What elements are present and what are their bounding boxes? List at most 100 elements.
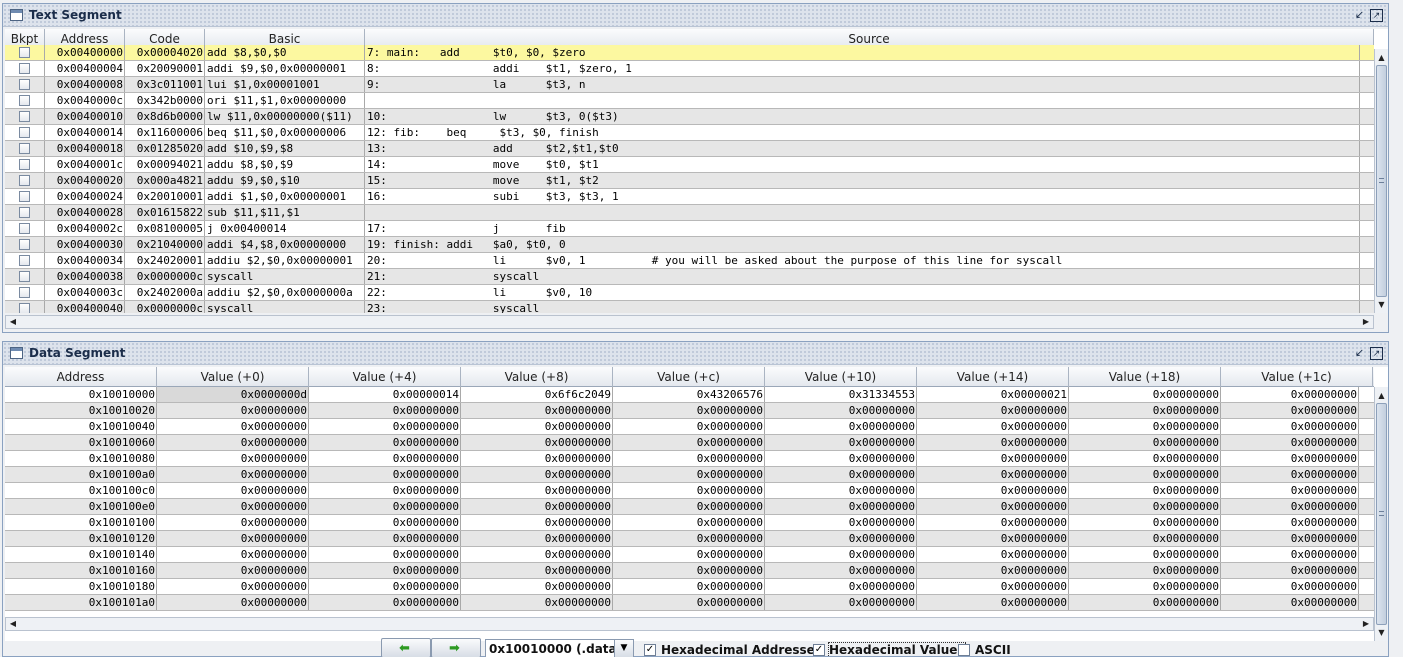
data-value-cell[interactable]: 0x00000000 — [1069, 467, 1221, 482]
text-segment-row[interactable]: 0x0040002c 0x08100005 j 0x00400014 17: j fi… — [5, 221, 1374, 237]
data-value-cell[interactable]: 0x00000000 — [157, 467, 309, 482]
data-column-header[interactable]: Value (+8) — [461, 367, 613, 387]
text-segment-row[interactable]: 0x00400008 0x3c011001 lui $1,0x00001001 9: … — [5, 77, 1374, 93]
data-value-cell[interactable]: 0x00000000 — [1069, 403, 1221, 418]
data-value-cell[interactable]: 0x00000000 — [1221, 403, 1359, 418]
scroll-up-icon[interactable]: ▲ — [1375, 51, 1388, 64]
data-value-cell[interactable]: 0x00000000 — [1069, 419, 1221, 434]
data-value-cell[interactable]: 0x00000000 — [1069, 563, 1221, 578]
data-segment-row[interactable]: 0x100100a0 0x00000000 0x00000000 0x00000000… — [5, 467, 1374, 483]
text-segment-row[interactable]: 0x00400000 0x00004020 add $8,$0,$0 7: main:… — [5, 45, 1374, 61]
text-segment-row[interactable]: 0x00400014 0x11600006 beq $11,$0,0x0000000… — [5, 125, 1374, 141]
data-value-cell[interactable]: 0x00000000 — [309, 403, 461, 418]
data-value-cell[interactable]: 0x00000000 — [613, 499, 765, 514]
data-value-cell[interactable]: 0x6f6c2049 — [461, 387, 613, 402]
data-value-cell[interactable]: 0x00000000 — [765, 531, 917, 546]
data-value-cell[interactable]: 0x00000000 — [765, 579, 917, 594]
data-value-cell[interactable]: 0x00000000 — [765, 435, 917, 450]
data-value-cell[interactable]: 0x00000000 — [1221, 531, 1359, 546]
next-segment-button[interactable]: ➡ — [431, 638, 481, 657]
data-value-cell[interactable]: 0x00000000 — [157, 451, 309, 466]
data-value-cell[interactable]: 0x00000000 — [917, 547, 1069, 562]
hex-addresses-label[interactable]: Hexadecimal Addresses — [661, 643, 822, 657]
data-segment-row[interactable]: 0x100101a0 0x00000000 0x00000000 0x00000000… — [5, 595, 1374, 611]
breakpoint-checkbox[interactable] — [19, 287, 30, 298]
data-value-cell[interactable]: 0x00000000 — [613, 595, 765, 610]
text-segment-row[interactable]: 0x00400004 0x20090001 addi $9,$0,0x0000000… — [5, 61, 1374, 77]
data-value-cell[interactable]: 0x00000000 — [917, 531, 1069, 546]
data-value-cell[interactable]: 0x00000000 — [157, 563, 309, 578]
data-value-cell[interactable]: 0x00000000 — [157, 435, 309, 450]
data-value-cell[interactable]: 0x00000000 — [917, 403, 1069, 418]
data-segment-row[interactable]: 0x10010140 0x00000000 0x00000000 0x00000000… — [5, 547, 1374, 563]
breakpoint-checkbox[interactable] — [19, 143, 30, 154]
data-value-cell[interactable]: 0x00000000 — [309, 563, 461, 578]
data-segment-titlebar[interactable]: Data Segment ↙ ↗ — [3, 342, 1388, 365]
data-value-cell[interactable]: 0x00000000 — [309, 499, 461, 514]
data-value-cell[interactable]: 0x00000000 — [917, 435, 1069, 450]
data-value-cell[interactable]: 0x00000000 — [613, 419, 765, 434]
data-value-cell[interactable]: 0x00000000 — [461, 515, 613, 530]
data-value-cell[interactable]: 0x00000000 — [157, 547, 309, 562]
text-horizontal-scrollbar[interactable]: ◀ ▶ — [5, 315, 1374, 329]
hex-values-label[interactable]: Hexadecimal Values — [828, 642, 966, 657]
data-value-cell[interactable]: 0x00000000 — [309, 419, 461, 434]
data-value-cell[interactable]: 0x00000000 — [157, 515, 309, 530]
minimize-icon[interactable]: ↙ — [1353, 347, 1366, 360]
data-value-cell[interactable]: 0x00000000 — [1221, 467, 1359, 482]
data-segment-row[interactable]: 0x10010060 0x00000000 0x00000000 0x00000000… — [5, 435, 1374, 451]
data-value-cell[interactable]: 0x00000000 — [461, 547, 613, 562]
data-value-cell[interactable]: 0x00000000 — [765, 483, 917, 498]
data-value-cell[interactable]: 0x00000000 — [613, 579, 765, 594]
data-value-cell[interactable]: 0x00000000 — [765, 403, 917, 418]
data-value-cell[interactable]: 0x00000000 — [613, 403, 765, 418]
data-value-cell[interactable]: 0x00000000 — [1221, 595, 1359, 610]
data-value-cell[interactable]: 0x00000000 — [613, 547, 765, 562]
text-vertical-scrollbar[interactable]: ▲ ▼ — [1374, 49, 1388, 313]
data-segment-row[interactable]: 0x10010020 0x00000000 0x00000000 0x00000000… — [5, 403, 1374, 419]
data-value-cell[interactable]: 0x00000000 — [1221, 483, 1359, 498]
text-segment-row[interactable]: 0x0040000c 0x342b0000 ori $11,$1,0x0000000… — [5, 93, 1374, 109]
ascii-label[interactable]: ASCII — [975, 643, 1011, 657]
data-value-cell[interactable]: 0x00000000 — [309, 595, 461, 610]
data-value-cell[interactable]: 0x00000000 — [309, 435, 461, 450]
text-segment-row[interactable]: 0x00400030 0x21040000 addi $4,$8,0x0000000… — [5, 237, 1374, 253]
breakpoint-checkbox[interactable] — [19, 175, 30, 186]
data-value-cell[interactable]: 0x00000000 — [765, 595, 917, 610]
data-value-cell[interactable]: 0x0000000d — [157, 387, 309, 402]
text-segment-row[interactable]: 0x00400024 0x20010001 addi $1,$0,0x0000000… — [5, 189, 1374, 205]
data-value-cell[interactable]: 0x00000000 — [1069, 435, 1221, 450]
data-value-cell[interactable]: 0x00000000 — [157, 403, 309, 418]
data-value-cell[interactable]: 0x00000000 — [309, 451, 461, 466]
data-value-cell[interactable]: 0x00000000 — [1221, 419, 1359, 434]
data-value-cell[interactable]: 0x00000000 — [613, 451, 765, 466]
data-value-cell[interactable]: 0x00000000 — [461, 451, 613, 466]
data-value-cell[interactable]: 0x00000000 — [613, 563, 765, 578]
data-value-cell[interactable]: 0x00000000 — [1069, 483, 1221, 498]
data-column-header[interactable]: Value (+18) — [1069, 367, 1221, 387]
breakpoint-checkbox[interactable] — [19, 239, 30, 250]
data-value-cell[interactable]: 0x00000000 — [1069, 387, 1221, 402]
text-segment-row[interactable]: 0x00400020 0x000a4821 addu $9,$0,$10 15: mo… — [5, 173, 1374, 189]
segment-select[interactable]: 0x10010000 (.data) ▼ — [485, 639, 634, 657]
text-segment-titlebar[interactable]: Text Segment ↙ ↗ — [3, 4, 1388, 27]
data-value-cell[interactable]: 0x43206576 — [613, 387, 765, 402]
data-value-cell[interactable]: 0x00000000 — [461, 403, 613, 418]
data-value-cell[interactable]: 0x00000000 — [917, 483, 1069, 498]
breakpoint-checkbox[interactable] — [19, 159, 30, 170]
text-segment-row[interactable]: 0x0040003c 0x2402000a addiu $2,$0,0x000000… — [5, 285, 1374, 301]
data-value-cell[interactable]: 0x00000000 — [1069, 547, 1221, 562]
breakpoint-checkbox[interactable] — [19, 111, 30, 122]
data-column-header[interactable]: Value (+0) — [157, 367, 309, 387]
data-value-cell[interactable]: 0x00000000 — [1221, 547, 1359, 562]
data-value-cell[interactable]: 0x00000000 — [613, 515, 765, 530]
data-value-cell[interactable]: 0x00000000 — [917, 499, 1069, 514]
scroll-left-icon[interactable]: ◀ — [6, 618, 20, 630]
data-value-cell[interactable]: 0x00000000 — [765, 451, 917, 466]
data-value-cell[interactable]: 0x00000000 — [309, 579, 461, 594]
data-value-cell[interactable]: 0x00000000 — [309, 547, 461, 562]
data-value-cell[interactable]: 0x00000000 — [917, 595, 1069, 610]
data-value-cell[interactable]: 0x00000000 — [157, 595, 309, 610]
data-value-cell[interactable]: 0x00000000 — [1221, 563, 1359, 578]
text-segment-row[interactable]: 0x00400010 0x8d6b0000 lw $11,0x00000000($1… — [5, 109, 1374, 125]
